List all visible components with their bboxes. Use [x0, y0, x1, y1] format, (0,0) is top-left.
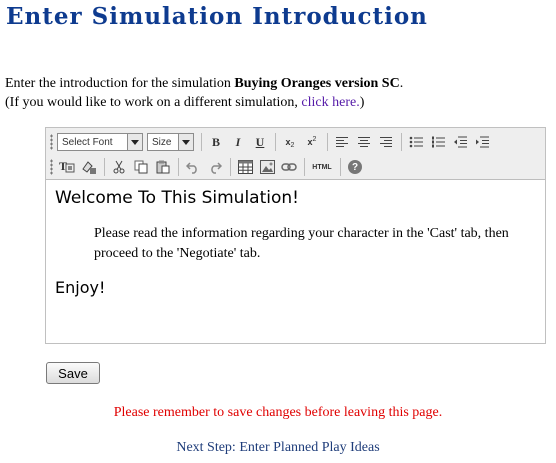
help-icon: ? [348, 160, 362, 174]
font-select[interactable]: Select Font [57, 133, 143, 151]
editor-toolbar: Select Font Size B I U x2 x2 T HTML ? [46, 128, 545, 180]
italic-button[interactable]: I [228, 132, 248, 152]
indent-icon[interactable] [472, 132, 492, 152]
intro-prefix: Enter the introduction for the simulatio… [5, 76, 235, 91]
rich-text-editor: Select Font Size B I U x2 x2 T HTML ? We… [45, 127, 546, 344]
redo-icon[interactable] [205, 157, 225, 177]
numbered-list-icon[interactable] [428, 132, 448, 152]
content-paragraph: Please read the information regarding yo… [94, 226, 509, 261]
toolbar-separator [401, 133, 402, 151]
table-icon[interactable] [235, 157, 255, 177]
size-select[interactable]: Size [147, 133, 194, 151]
toolbar-separator [104, 158, 105, 176]
content-closing: Enjoy! [55, 278, 106, 297]
page-title: Enter Simulation Introduction [6, 3, 428, 30]
highlight-color-icon[interactable] [79, 157, 99, 177]
subscript-button[interactable]: x2 [280, 132, 300, 152]
next-step-link[interactable]: Next Step: Enter Planned Play Ideas [0, 440, 556, 456]
chevron-down-icon [178, 134, 193, 150]
toolbar-separator [230, 158, 231, 176]
help-button[interactable]: ? [345, 157, 365, 177]
link-icon[interactable] [279, 157, 299, 177]
html-source-button[interactable]: HTML [309, 157, 335, 177]
align-center-icon[interactable] [354, 132, 374, 152]
align-right-icon[interactable] [376, 132, 396, 152]
editor-content[interactable]: Welcome To This Simulation! Please read … [46, 180, 545, 305]
size-select-value: Size [152, 136, 172, 148]
paste-icon[interactable] [153, 157, 173, 177]
copy-icon[interactable] [131, 157, 151, 177]
text-color-icon[interactable]: T [57, 157, 77, 177]
intro-text: Enter the introduction for the simulatio… [5, 74, 403, 112]
bold-button[interactable]: B [206, 132, 226, 152]
undo-icon[interactable] [183, 157, 203, 177]
toolbar-separator [327, 133, 328, 151]
bullet-list-icon[interactable] [406, 132, 426, 152]
cut-icon[interactable] [109, 157, 129, 177]
save-button[interactable]: Save [46, 362, 100, 384]
save-warning: Please remember to save changes before l… [113, 405, 443, 420]
switch-simulation-link[interactable]: click here. [301, 95, 359, 110]
font-select-value: Select Font [62, 136, 113, 148]
toolbar-separator [304, 158, 305, 176]
toolbar-row-1: Select Font Size B I U x2 x2 [50, 131, 494, 153]
toolbar-separator [201, 133, 202, 151]
intro-suffix: . [399, 76, 404, 91]
toolbar-grip [50, 159, 53, 175]
toolbar-separator [275, 133, 276, 151]
chevron-down-icon [127, 134, 142, 150]
switch-prefix: (If you would like to work on a differen… [5, 95, 302, 110]
toolbar-row-2: T HTML ? [50, 156, 367, 178]
simulation-name: Buying Oranges version SC [234, 76, 400, 91]
align-left-icon[interactable] [332, 132, 352, 152]
image-icon[interactable] [257, 157, 277, 177]
superscript-button[interactable]: x2 [302, 132, 322, 152]
toolbar-separator [178, 158, 179, 176]
underline-button[interactable]: U [250, 132, 270, 152]
switch-suffix: ) [359, 95, 365, 110]
toolbar-grip [50, 134, 53, 150]
toolbar-separator [340, 158, 341, 176]
content-heading: Welcome To This Simulation! [55, 188, 299, 208]
outdent-icon[interactable] [450, 132, 470, 152]
